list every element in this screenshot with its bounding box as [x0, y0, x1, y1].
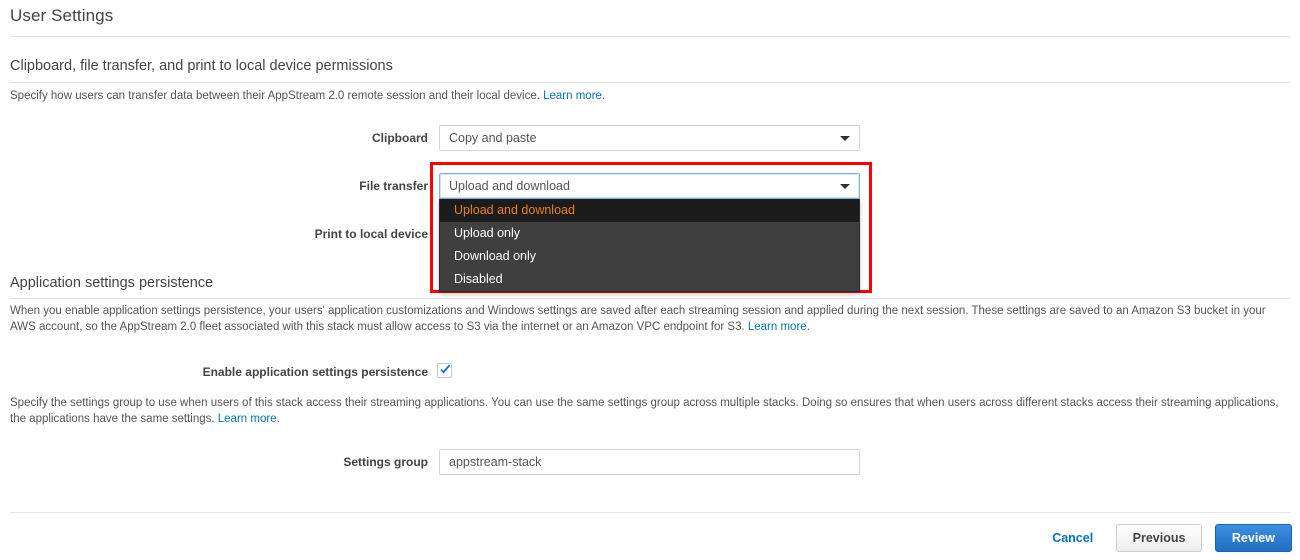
file-transfer-row: File transfer Upload and download — [0, 173, 860, 199]
settings-group-label: Settings group — [343, 455, 428, 469]
file-transfer-dropdown-list[interactable]: Upload and download Upload only Download o… — [439, 199, 860, 292]
permissions-description-period: . — [601, 90, 606, 102]
settings-group-description-text: Specify the settings group to use when u… — [10, 397, 1279, 425]
persistence-description-text: When you enable application settings per… — [10, 305, 1266, 333]
footer-divider — [10, 512, 1290, 513]
review-button[interactable]: Review — [1214, 524, 1292, 552]
dropdown-option[interactable]: Upload only — [440, 222, 859, 245]
file-transfer-label: File transfer — [359, 179, 428, 193]
settings-group-description: Specify the settings group to use when u… — [10, 395, 1280, 427]
print-to-local-device-label: Print to local device — [314, 227, 428, 241]
settings-group-learn-more-link[interactable]: Learn more — [218, 413, 277, 425]
dropdown-option[interactable]: Disabled — [440, 268, 859, 291]
permissions-description-text: Specify how users can transfer data betw… — [10, 90, 544, 102]
chevron-down-icon[interactable] — [840, 136, 850, 141]
permissions-section-divider — [10, 82, 1290, 83]
file-transfer-select[interactable]: Upload and download — [439, 173, 860, 199]
clipboard-control: Copy and paste — [439, 125, 860, 151]
clipboard-row: Clipboard Copy and paste — [0, 125, 860, 151]
chevron-down-icon[interactable] — [840, 184, 850, 189]
user-settings-page: User Settings Clipboard, file transfer, … — [0, 0, 1300, 560]
clipboard-select[interactable]: Copy and paste — [439, 125, 860, 151]
persistence-section-title: Application settings persistence — [10, 275, 214, 291]
persistence-learn-more-link[interactable]: Learn more — [748, 321, 807, 333]
settings-group-control: appstream-stack — [439, 449, 860, 475]
dropdown-option[interactable]: Download only — [440, 245, 859, 268]
previous-button[interactable]: Previous — [1115, 524, 1203, 552]
settings-group-description-period: . — [276, 413, 280, 425]
permissions-learn-more-link[interactable]: Learn more — [543, 90, 602, 102]
settings-group-input[interactable]: appstream-stack — [439, 449, 860, 475]
cancel-button[interactable]: Cancel — [1040, 524, 1105, 552]
enable-persistence-label: Enable application settings persistence — [202, 365, 428, 379]
enable-persistence-row: Enable application settings persistence — [0, 362, 860, 382]
permissions-description: Specify how users can transfer data betw… — [10, 88, 1280, 104]
check-icon — [440, 364, 451, 374]
enable-persistence-checkbox[interactable] — [437, 363, 452, 378]
file-transfer-control: Upload and download — [439, 173, 860, 199]
persistence-section-divider — [10, 298, 1290, 299]
footer-actions: Cancel Previous Review — [1040, 524, 1292, 552]
persistence-description-period: . — [806, 321, 810, 333]
dropdown-option[interactable]: Upload and download — [440, 199, 859, 222]
persistence-description: When you enable application settings per… — [10, 303, 1280, 335]
title-divider — [10, 36, 1290, 37]
clipboard-label: Clipboard — [372, 131, 428, 145]
settings-group-row: Settings group appstream-stack — [0, 449, 860, 475]
permissions-section-title: Clipboard, file transfer, and print to l… — [10, 58, 393, 74]
page-title: User Settings — [10, 6, 114, 25]
